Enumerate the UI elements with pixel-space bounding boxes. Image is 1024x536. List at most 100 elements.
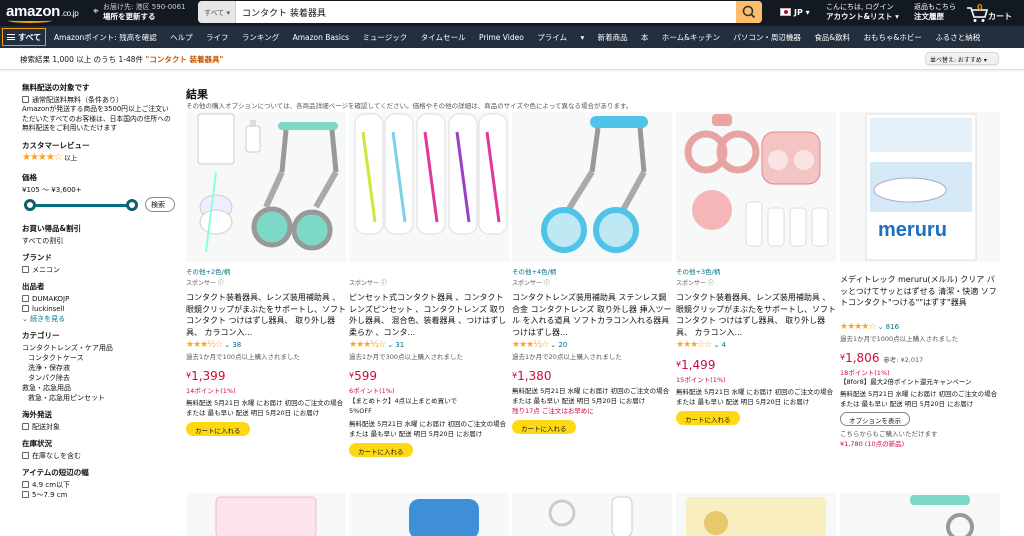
sponsored-label[interactable]: スポンサー ⓘ: [512, 278, 672, 287]
stock-option[interactable]: 在庫なしを含む: [22, 451, 177, 461]
checkbox[interactable]: [22, 304, 29, 312]
product-rating[interactable]: ★★★☆☆ ⌄ 4: [676, 340, 836, 350]
stock-warning: 残り17点 ご注文はお早めに: [512, 407, 594, 415]
slider-max-handle[interactable]: [126, 198, 138, 211]
deliver-to[interactable]: ⌖ お届け先: 港区 590-0061 場所を更新する: [93, 3, 186, 21]
checkbox[interactable]: [22, 294, 29, 302]
checkbox[interactable]: [22, 480, 29, 488]
review-filter-4star[interactable]: ★★★★☆ 以上: [22, 152, 177, 163]
orders-link[interactable]: 返品もこちら 注文履歴: [914, 3, 956, 21]
product-rating[interactable]: ★★★★☆ ⌄ 816: [840, 322, 1000, 332]
nav-link[interactable]: 食品&飲料: [814, 33, 850, 42]
product-title[interactable]: ピンセット式コンタクト器具 、コンタクトレンズピンセット 、コンタクトレンズ 取…: [349, 292, 509, 338]
product-image[interactable]: [676, 112, 836, 262]
product-image[interactable]: [512, 493, 672, 536]
category-item[interactable]: 救急・応急用品: [22, 383, 177, 393]
other-offers-link[interactable]: ¥1,780 (10点の新品): [840, 439, 1000, 449]
product-rating[interactable]: ★★★½☆ ⌄ 20: [512, 340, 672, 350]
nav-link[interactable]: ランキング: [242, 33, 279, 42]
product-price[interactable]: ¥1,399: [186, 369, 346, 383]
nav-link[interactable]: ヘルプ: [170, 33, 193, 42]
search-button[interactable]: [736, 1, 762, 23]
sponsored-label[interactable]: スポンサー ⓘ: [186, 278, 346, 287]
add-to-cart-button[interactable]: カートに入れる: [186, 422, 250, 436]
product-title[interactable]: メディトレック meruru(メルル) クリア パッとつけてサッとはずせる 清潔…: [840, 274, 1000, 320]
color-options-link[interactable]: その他+4色/柄: [512, 266, 672, 276]
promo-info[interactable]: 【8for8】最大2倍ポイント還元キャンペーン: [840, 377, 1000, 387]
see-options-button[interactable]: オプションを表示: [840, 412, 910, 426]
width-option[interactable]: 4.9 cm以下: [22, 480, 177, 490]
see-more-link[interactable]: ⌄ 続きを見る: [22, 314, 177, 324]
category-item[interactable]: 洗浄・保存液: [22, 363, 177, 373]
language-selector[interactable]: JP ▾: [780, 8, 810, 17]
add-to-cart-button[interactable]: カートに入れる: [349, 443, 413, 457]
product-rating[interactable]: ★★★½☆ ⌄ 38: [186, 340, 346, 350]
product-title[interactable]: コンタクト装着器具、レンズ装用補助具 、眼鏡クリップがまぶたをサポートし、ソフト…: [676, 292, 836, 338]
brand-option[interactable]: メニコン: [22, 265, 177, 275]
product-title[interactable]: コンタクト装着器具、レンズ装用補助具 、眼鏡クリップがまぶたをサポートし、ソフト…: [186, 292, 346, 338]
free-shipping-option[interactable]: 通常配送料無料（条件あり）: [22, 95, 177, 105]
nav-link[interactable]: Amazon Basics: [293, 33, 349, 42]
add-to-cart-button[interactable]: カートに入れる: [676, 411, 740, 425]
promo-info[interactable]: 【まとめトク】4点以上まとめ買いで 5%OFF: [349, 396, 479, 416]
nav-link[interactable]: 本: [641, 33, 649, 42]
product-price[interactable]: ¥599: [349, 369, 509, 383]
product-image[interactable]: [349, 112, 509, 262]
category-item[interactable]: コンタクトレンズ・ケア用品: [22, 343, 177, 353]
product-price[interactable]: ¥1,380: [512, 369, 672, 383]
search-category-select[interactable]: すべて ▾: [198, 1, 236, 23]
checkbox[interactable]: [22, 96, 29, 103]
seller-option[interactable]: DUMAKOJP: [22, 294, 177, 304]
category-item[interactable]: タンパク除去: [22, 373, 177, 383]
product-image[interactable]: [512, 112, 672, 262]
product-price[interactable]: ¥1,499: [676, 358, 836, 372]
color-options-link[interactable]: その他+3色/柄: [676, 266, 836, 276]
product-rating[interactable]: ★★★½☆ ⌄ 31: [349, 340, 509, 350]
checkbox[interactable]: [22, 490, 29, 498]
nav-link[interactable]: Prime Video: [479, 33, 524, 42]
slider-min-handle[interactable]: [24, 198, 36, 211]
account-menu[interactable]: こんにちは, ログイン アカウント&リスト ▾: [826, 3, 899, 21]
sponsored-label[interactable]: スポンサー ⓘ: [676, 278, 836, 287]
shipping-info: 無料配送 5月21日 水曜 にお届け 初回のご注文の場合: [840, 390, 998, 398]
category-item[interactable]: コンタクトケース: [22, 353, 177, 363]
nav-link[interactable]: ライフ: [206, 33, 229, 42]
add-to-cart-button[interactable]: カートに入れる: [512, 420, 576, 434]
search-input[interactable]: [238, 1, 730, 23]
sponsored-label[interactable]: スポンサー ⓘ: [349, 278, 509, 287]
width-option[interactable]: 5〜7.9 cm: [22, 490, 177, 500]
shipping-info: 無料配送 5月21日 水曜 にお届け 初回のご注文の場合: [512, 387, 670, 395]
cart-button[interactable]: 0 カート: [966, 3, 1021, 23]
product-image[interactable]: [186, 493, 346, 536]
product-image[interactable]: [840, 493, 1000, 536]
checkbox[interactable]: [22, 451, 29, 459]
all-menu-button[interactable]: すべて: [2, 28, 47, 46]
category-item[interactable]: 救急・応急用ピンセット: [22, 393, 177, 403]
product-title[interactable]: コンタクトレンズ装用補助具 ステンレス鋼合金 コンタクトレンズ 取り外し器 挿入…: [512, 292, 672, 338]
product-price[interactable]: ¥1,806 参考: ¥2,017: [840, 351, 1000, 365]
nav-link[interactable]: タイムセール: [421, 33, 466, 42]
overseas-option[interactable]: 配送対象: [22, 422, 177, 432]
price-slider[interactable]: 検索: [22, 195, 177, 215]
seller-option[interactable]: luckinsell: [22, 304, 177, 314]
nav-link[interactable]: ホーム&キッチン: [662, 33, 720, 42]
price-go-button[interactable]: 検索: [145, 196, 175, 212]
product-image[interactable]: [186, 112, 346, 262]
product-image[interactable]: [676, 493, 836, 536]
color-options-link[interactable]: その他+2色/柄: [186, 266, 346, 276]
sort-dropdown[interactable]: 並べ替え: おすすめ ▾: [925, 52, 999, 65]
nav-link[interactable]: おもちゃ&ホビー: [864, 33, 922, 42]
product-image[interactable]: meruru: [840, 112, 1000, 262]
color-options-link[interactable]: [349, 266, 509, 275]
nav-link[interactable]: Amazonポイント: 残高を確認: [54, 33, 157, 42]
nav-link[interactable]: ふるさと納税: [935, 33, 980, 42]
nav-link[interactable]: プライム ▾: [537, 33, 584, 42]
nav-link[interactable]: パソコン・周辺機器: [733, 33, 801, 42]
checkbox[interactable]: [22, 265, 29, 273]
nav-link[interactable]: 新着商品: [598, 33, 628, 42]
product-image[interactable]: [349, 493, 509, 536]
checkbox[interactable]: [22, 422, 29, 430]
deals-option[interactable]: すべての割引: [22, 236, 177, 246]
nav-link[interactable]: ミュージック: [362, 33, 407, 42]
plunger-image: [548, 496, 633, 536]
